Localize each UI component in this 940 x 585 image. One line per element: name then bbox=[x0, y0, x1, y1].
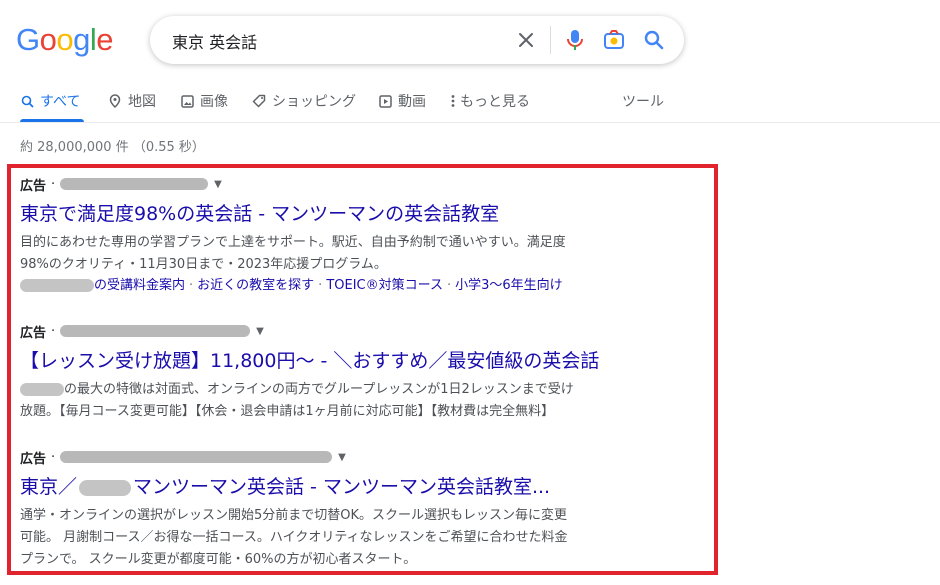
more-vert-icon bbox=[450, 94, 456, 108]
desc-line: 目的にあわせた専用の学習プランで上達をサポート。駅近、自由予約制で通いやすい。満… bbox=[20, 235, 566, 250]
tab-label: 画像 bbox=[200, 94, 228, 110]
camera-icon[interactable] bbox=[602, 28, 626, 52]
ad-header: 広告 · ▼ bbox=[20, 322, 680, 341]
sitelink[interactable]: の受講料金案内 bbox=[94, 278, 185, 293]
tab-shopping[interactable]: ショッピング bbox=[252, 90, 356, 112]
clear-icon[interactable] bbox=[514, 28, 538, 52]
blurred-url[interactable] bbox=[60, 178, 209, 190]
caret-down-icon[interactable]: ▼ bbox=[256, 326, 264, 337]
sitelink[interactable]: TOEIC®対策コース bbox=[326, 278, 443, 293]
search-divider bbox=[550, 26, 551, 54]
ad-result: 広告 · ▼ 【レッスン受け放題】11,800円～ - ＼おすすめ／最安値級の英… bbox=[20, 322, 680, 423]
desc-line: プランで。 スクール変更が都度可能・60%の方が初心者スタート。 bbox=[20, 552, 417, 567]
ad-description: 通学・オンラインの選択がレッスン開始5分前まで切替OK。スクール選択もレッスン毎… bbox=[20, 505, 680, 571]
logo-letter: e bbox=[96, 22, 114, 57]
tab-label: ツール bbox=[622, 94, 664, 110]
sitelink[interactable]: お近くの教室を探す bbox=[197, 278, 314, 293]
tab-label: もっと見る bbox=[460, 94, 530, 110]
sitelinks: の受講料金案内 · お近くの教室を探す · TOEIC®対策コース · 小学3〜6年生向け bbox=[20, 276, 680, 296]
desc-line: 放題。【毎月コース変更可能】【休会・退会申請は1ヶ月前に対応可能】【教材費は完全… bbox=[20, 404, 555, 419]
separator-dot: · bbox=[51, 323, 56, 339]
tab-label: 動画 bbox=[398, 94, 426, 110]
header-divider bbox=[0, 122, 940, 123]
separator-dot: · bbox=[51, 176, 56, 192]
separator-dot: · bbox=[189, 278, 194, 293]
separator-dot: · bbox=[318, 278, 323, 293]
ad-description: 目的にあわせた専用の学習プランで上達をサポート。駅近、自由予約制で通いやすい。満… bbox=[20, 232, 680, 276]
title-prefix: 東京／ bbox=[20, 476, 78, 498]
separator-dot: · bbox=[446, 278, 452, 293]
search-icon bbox=[20, 94, 34, 108]
google-logo[interactable]: Google bbox=[16, 22, 114, 58]
ad-description: の最大の特徴は対面式、オンラインの両方でグループレッスンが1日2レッスンまで受け… bbox=[20, 379, 680, 423]
search-icon[interactable] bbox=[642, 28, 666, 52]
ad-header: 広告 · ▼ bbox=[20, 175, 680, 194]
ad-label: 広告 bbox=[20, 178, 47, 194]
microphone-icon[interactable] bbox=[563, 28, 587, 52]
logo-letter: G bbox=[16, 22, 40, 57]
desc-line: 98%のクオリティ・11月30日まで・2023年応援プログラム。 bbox=[20, 257, 387, 272]
tab-more[interactable]: もっと見る bbox=[450, 90, 530, 112]
ad-result: 広告 · ▼ 東京で満足度98%の英会話 - マンツーマンの英会話教室 目的にあ… bbox=[20, 175, 680, 296]
ad-title[interactable]: 東京で満足度98%の英会話 - マンツーマンの英会話教室 bbox=[20, 200, 680, 228]
search-box[interactable]: 東京 英会話 bbox=[150, 16, 684, 64]
desc-line: 通学・オンラインの選択がレッスン開始5分前まで切替OK。スクール選択もレッスン毎… bbox=[20, 508, 568, 523]
sitelink[interactable]: 小学3〜6年生向け bbox=[455, 278, 563, 293]
caret-down-icon[interactable]: ▼ bbox=[214, 179, 222, 190]
tag-icon bbox=[252, 94, 266, 108]
ad-title[interactable]: 【レッスン受け放題】11,800円～ - ＼おすすめ／最安値級の英会話 bbox=[20, 347, 680, 375]
ad-header: 広告 · ▼ bbox=[20, 448, 680, 467]
logo-letter: o bbox=[39, 22, 57, 57]
tab-all[interactable]: すべて bbox=[20, 90, 80, 112]
desc-line: 可能。 月謝制コース／お得な一括コース。ハイクオリティなレッスンをご希望に合わせ… bbox=[20, 530, 568, 545]
image-icon bbox=[180, 94, 194, 108]
tab-tools[interactable]: ツール bbox=[622, 90, 664, 112]
title-suffix: マンツーマン英会話 - マンツーマン英会話教室... bbox=[133, 476, 551, 498]
ad-label: 広告 bbox=[20, 325, 47, 341]
blurred-brand bbox=[20, 383, 64, 396]
tab-images[interactable]: 画像 bbox=[180, 90, 228, 112]
result-stats: 約 28,000,000 件 （0.55 秒） bbox=[20, 140, 205, 155]
play-icon bbox=[378, 94, 392, 108]
desc-text: の最大の特徴は対面式、オンラインの両方でグループレッスンが1日2レッスンまで受け bbox=[64, 382, 574, 397]
logo-letter: o bbox=[56, 22, 74, 57]
search-input[interactable]: 東京 英会話 bbox=[172, 29, 257, 53]
map-pin-icon bbox=[108, 94, 122, 108]
blurred-brand bbox=[79, 479, 132, 496]
logo-letter: g bbox=[73, 22, 90, 57]
tab-maps[interactable]: 地図 bbox=[108, 90, 156, 112]
ad-label: 広告 bbox=[20, 451, 47, 467]
blurred-brand bbox=[20, 279, 94, 292]
tab-label: ショッピング bbox=[272, 94, 356, 110]
caret-down-icon[interactable]: ▼ bbox=[338, 452, 346, 463]
separator-dot: · bbox=[51, 449, 56, 465]
blurred-url[interactable] bbox=[60, 451, 333, 463]
ad-result: 広告 · ▼ 東京／ マンツーマン英会話 - マンツーマン英会話教室... 通学・… bbox=[20, 448, 680, 571]
ad-title[interactable]: 東京／ マンツーマン英会話 - マンツーマン英会話教室... bbox=[20, 473, 680, 501]
tab-videos[interactable]: 動画 bbox=[378, 90, 426, 112]
tab-label: すべて bbox=[40, 94, 81, 110]
desc-line: の最大の特徴は対面式、オンラインの両方でグループレッスンが1日2レッスンまで受け bbox=[20, 379, 680, 401]
tab-label: 地図 bbox=[128, 94, 156, 110]
blurred-url[interactable] bbox=[60, 325, 251, 337]
